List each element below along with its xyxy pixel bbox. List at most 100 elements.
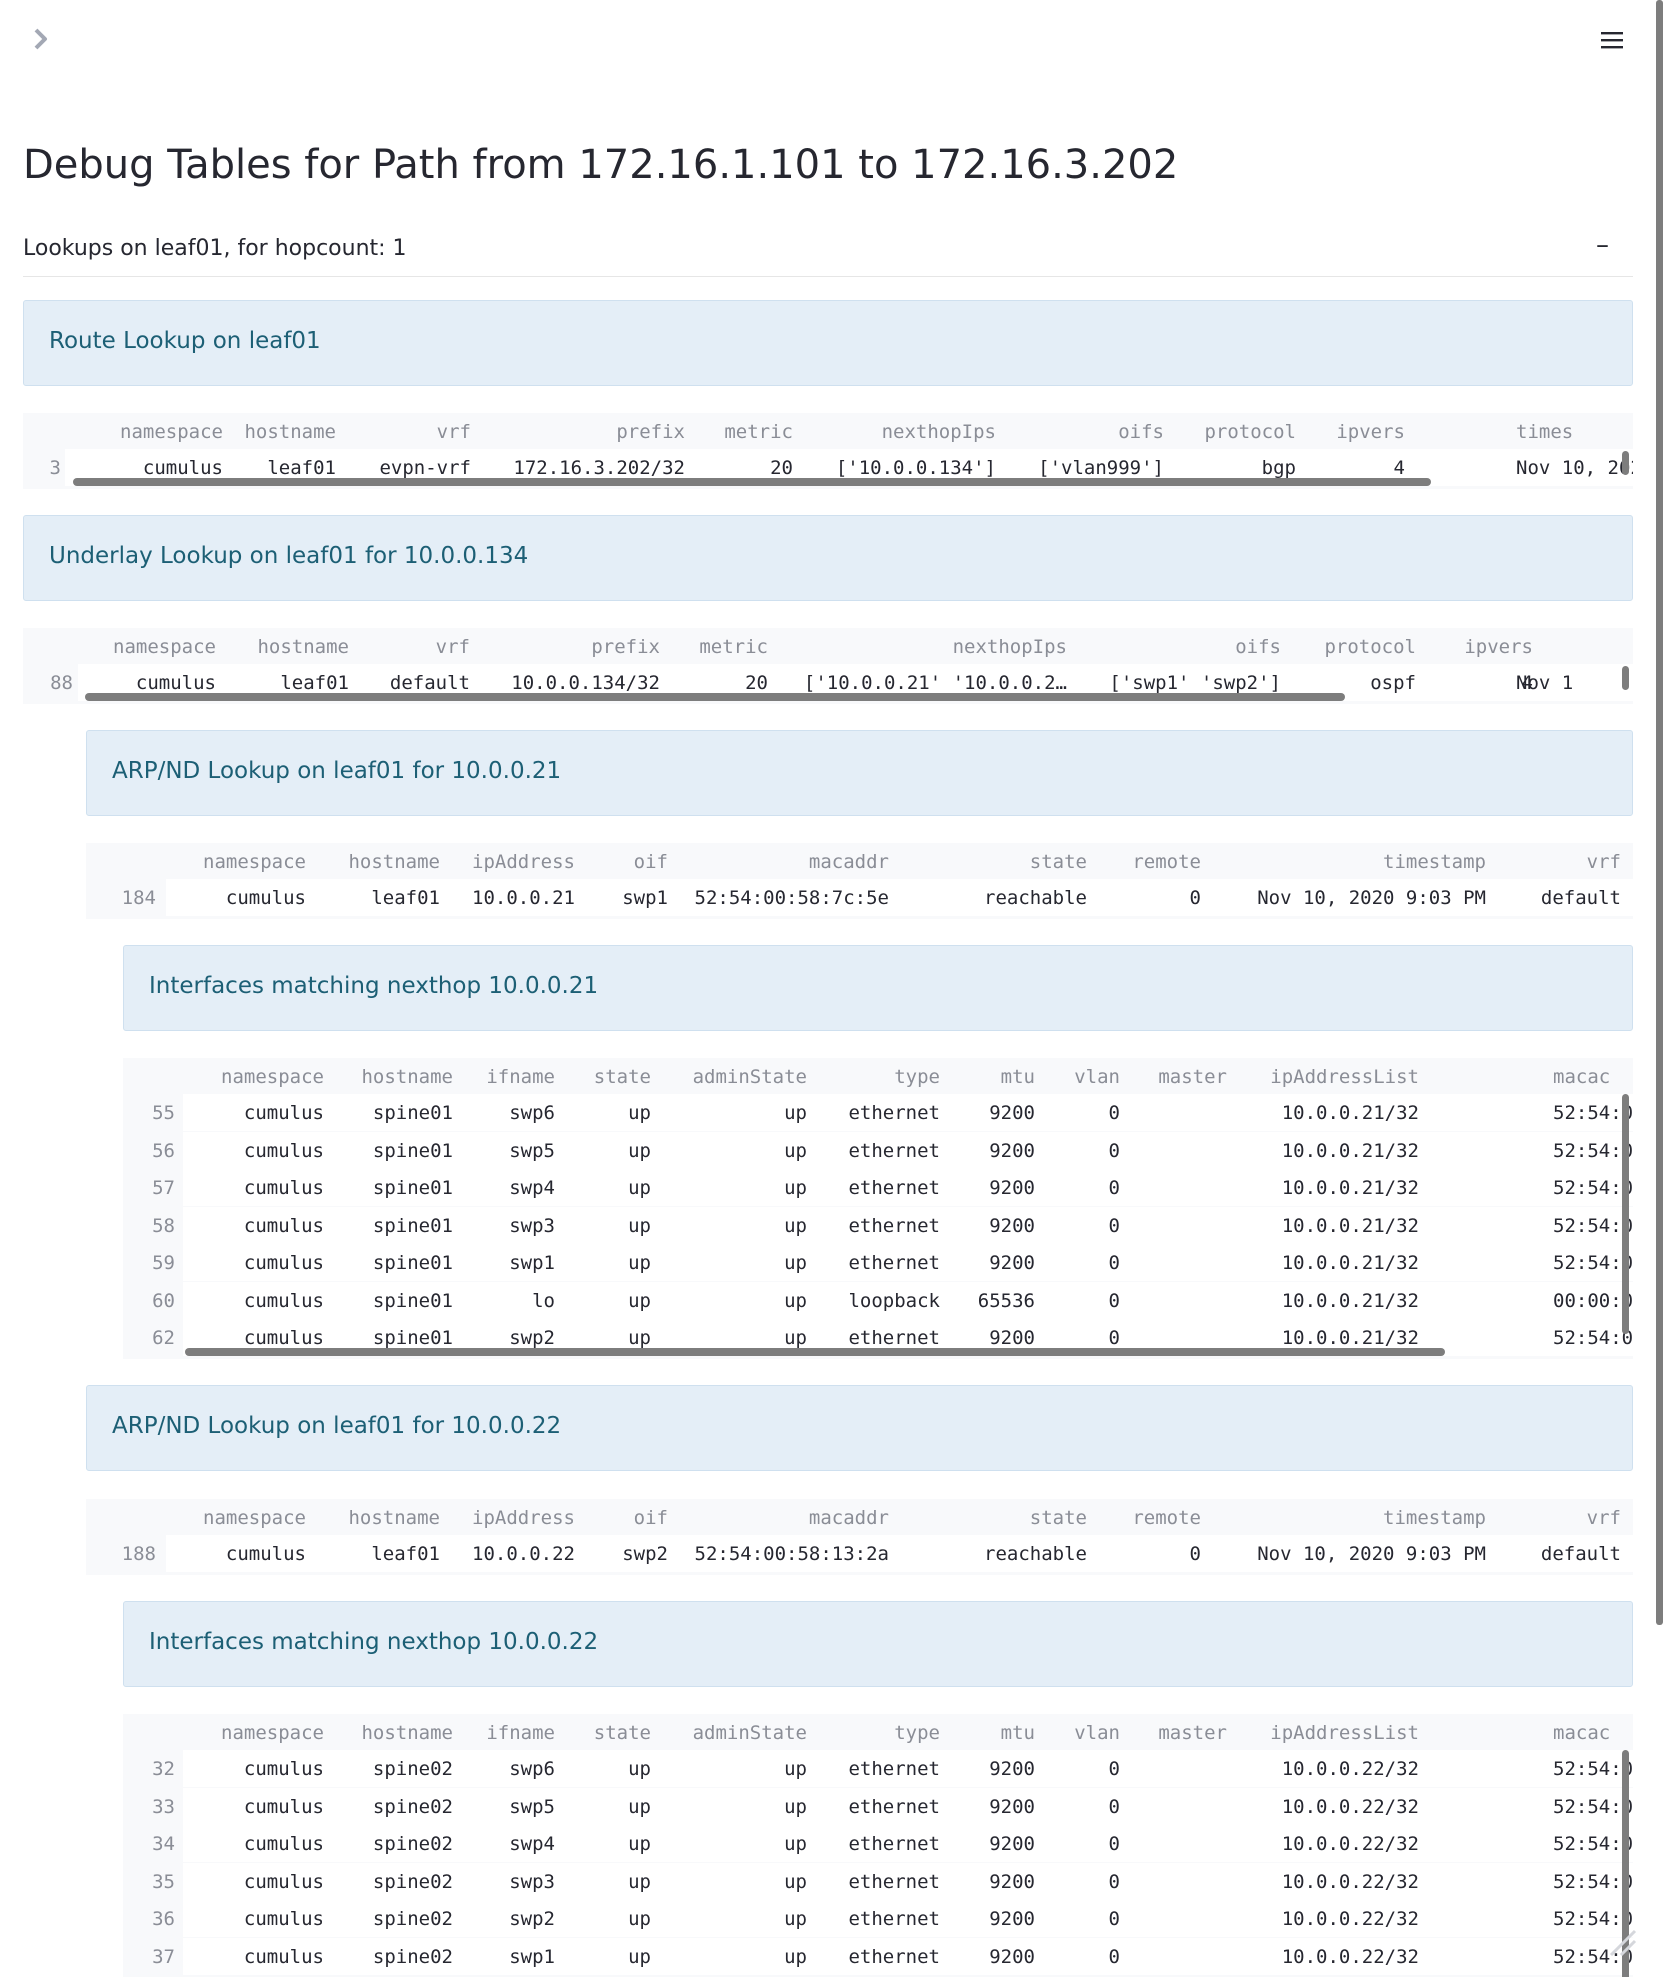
column-header[interactable]: vrf (1587, 1507, 1621, 1529)
column-header[interactable]: vlan (1074, 1722, 1120, 1744)
table-row[interactable]: 37 cumulus spine02 swp1 up up ethernet 9200 0 10.… (123, 1937, 1633, 1975)
column-header[interactable]: namespace (203, 1507, 306, 1529)
column-header[interactable]: oif (634, 1507, 668, 1529)
table-cell: cumulus (243, 1945, 324, 1968)
table-row[interactable]: 55 cumulus spine01 swp6 up up ethernet 9200 0 10.… (123, 1094, 1633, 1131)
column-header[interactable]: metric (724, 421, 793, 443)
column-header[interactable]: oifs (1118, 421, 1164, 443)
column-header[interactable]: mtu (1001, 1066, 1035, 1088)
column-header[interactable]: macaddr (809, 1507, 889, 1529)
table-row[interactable]: 32 cumulus spine02 swp6 up up ethernet 9200 0 10.… (123, 1750, 1633, 1787)
table-cell: leaf01 (280, 672, 349, 694)
collapse-icon[interactable]: – (1596, 230, 1609, 260)
column-header[interactable]: oifs (1235, 636, 1281, 658)
arp2-table[interactable]: namespace hostname ipAddress oif macaddr stat… (86, 1499, 1633, 1575)
column-header[interactable]: adminState (693, 1722, 807, 1744)
column-header[interactable]: ipvers (1464, 636, 1533, 658)
table-row[interactable]: 60 cumulus spine01 lo up up loopback 65536 0 10.0… (123, 1281, 1633, 1319)
column-header[interactable]: remote (1132, 1507, 1201, 1529)
column-header[interactable]: namespace (120, 421, 223, 443)
column-header[interactable]: namespace (113, 636, 216, 658)
column-header[interactable]: prefix (616, 421, 685, 443)
column-header[interactable]: ipAddress (472, 1507, 575, 1529)
table-row[interactable]: 57 cumulus spine01 swp4 up up ethernet 9200 0 10.… (123, 1169, 1633, 1206)
vertical-scrollbar[interactable] (1622, 451, 1629, 475)
column-header[interactable]: remote (1132, 851, 1201, 873)
column-header[interactable]: macaddr (809, 851, 889, 873)
column-header[interactable]: metric (699, 636, 768, 658)
column-header[interactable]: prefix (591, 636, 660, 658)
table-row[interactable]: 188 cumulus leaf01 10.0.0.22 swp2 52:54:00:58… (86, 1535, 1633, 1572)
horizontal-scrollbar[interactable] (73, 477, 1431, 486)
chevron-right-icon[interactable] (28, 26, 54, 52)
column-header[interactable]: vrf (436, 636, 470, 658)
horizontal-scrollbar[interactable] (185, 1347, 1445, 1356)
column-header[interactable]: adminState (693, 1066, 807, 1088)
hamburger-menu-icon[interactable] (1595, 26, 1629, 56)
table-row[interactable]: 59 cumulus spine01 swp1 up up ethernet 9200 0 10.… (123, 1244, 1633, 1281)
column-header[interactable]: hostname (257, 636, 349, 658)
column-header[interactable]: ifname (486, 1722, 555, 1744)
column-header[interactable]: master (1158, 1722, 1227, 1744)
table-cell: up (784, 1908, 807, 1930)
table-cell: 9200 (989, 1870, 1035, 1893)
column-header[interactable]: vlan (1074, 1066, 1120, 1088)
underlay-table[interactable]: namespace hostname vrf prefix metric nexthopI… (23, 628, 1633, 704)
table-row[interactable]: 35 cumulus spine02 swp3 up up ethernet 9200 0 10.… (123, 1862, 1633, 1900)
route-table[interactable]: namespace hostname vrf prefix metric nexthopI… (23, 413, 1633, 489)
column-header[interactable]: ipAddressList (1270, 1722, 1419, 1744)
intf1-table[interactable]: namespace hostname ifname state adminState ty… (123, 1058, 1633, 1359)
arp1-table[interactable]: namespace hostname ipAddress oif macaddr stat… (86, 843, 1633, 919)
vertical-scrollbar[interactable] (1622, 666, 1629, 690)
column-header[interactable]: type (894, 1066, 940, 1088)
intf2-table[interactable]: namespace hostname ifname state adminState ty… (123, 1714, 1633, 1977)
horizontal-scrollbar[interactable] (85, 692, 1345, 701)
column-header[interactable]: times (1516, 421, 1573, 443)
column-header[interactable]: ifname (486, 1066, 555, 1088)
table-row[interactable]: 33 cumulus spine02 swp5 up up ethernet 9200 0 10.… (123, 1787, 1633, 1825)
column-header[interactable]: type (894, 1722, 940, 1744)
column-header[interactable]: mtu (1001, 1722, 1035, 1744)
column-header[interactable]: protocol (1204, 421, 1296, 443)
column-header[interactable]: state (1030, 851, 1087, 873)
column-header[interactable]: timestamp (1383, 851, 1486, 873)
column-header[interactable]: nexthopIps (882, 421, 996, 443)
column-header[interactable]: vrf (1587, 851, 1621, 873)
column-header[interactable]: macac (1553, 1722, 1610, 1744)
table-row[interactable]: 56 cumulus spine01 swp5 up up ethernet 9200 0 10.… (123, 1131, 1633, 1169)
column-header[interactable]: protocol (1324, 636, 1416, 658)
column-header[interactable]: master (1158, 1066, 1227, 1088)
table-cell: loopback (848, 1289, 940, 1312)
column-header[interactable]: vrf (437, 421, 471, 443)
column-header[interactable]: timestamp (1383, 1507, 1486, 1529)
column-header[interactable]: hostname (361, 1066, 453, 1088)
table-row[interactable]: 184 cumulus leaf01 10.0.0.21 swp1 52:54:00:58… (86, 879, 1633, 916)
column-header[interactable]: hostname (348, 851, 440, 873)
table-cell: swp3 (509, 1870, 555, 1893)
column-header[interactable]: hostname (348, 1507, 440, 1529)
column-header[interactable]: state (594, 1066, 651, 1088)
table-cell: cumulus (225, 1543, 306, 1565)
column-header[interactable]: namespace (221, 1066, 324, 1088)
column-header[interactable]: ipvers (1336, 421, 1405, 443)
column-header[interactable]: oif (634, 851, 668, 873)
column-header[interactable]: namespace (221, 1722, 324, 1744)
column-header[interactable]: hostname (244, 421, 336, 443)
table-cell: cumulus (135, 672, 216, 694)
table-row[interactable]: 34 cumulus spine02 swp4 up up ethernet 9200 0 10.… (123, 1825, 1633, 1862)
column-header[interactable]: state (1030, 1507, 1087, 1529)
column-header[interactable]: state (594, 1722, 651, 1744)
column-header[interactable]: namespace (203, 851, 306, 873)
column-header[interactable]: hostname (361, 1722, 453, 1744)
column-header[interactable]: ipAddressList (1270, 1066, 1419, 1088)
column-header[interactable]: macac (1553, 1066, 1610, 1088)
hop-expander[interactable]: Lookups on leaf01, for hopcount: 1 – (23, 228, 1633, 277)
column-header[interactable]: nexthopIps (953, 636, 1067, 658)
page-scrollbar[interactable] (1656, 0, 1663, 1625)
resize-handle-icon[interactable] (1605, 1925, 1639, 1959)
table-row[interactable]: 36 cumulus spine02 swp2 up up ethernet 9200 0 10.… (123, 1900, 1633, 1937)
table-row[interactable]: 58 cumulus spine01 swp3 up up ethernet 9200 0 10.… (123, 1206, 1633, 1244)
vertical-scrollbar[interactable] (1622, 1094, 1629, 1334)
column-header[interactable]: ipAddress (472, 851, 575, 873)
table-cell: 0 (1108, 1252, 1120, 1274)
